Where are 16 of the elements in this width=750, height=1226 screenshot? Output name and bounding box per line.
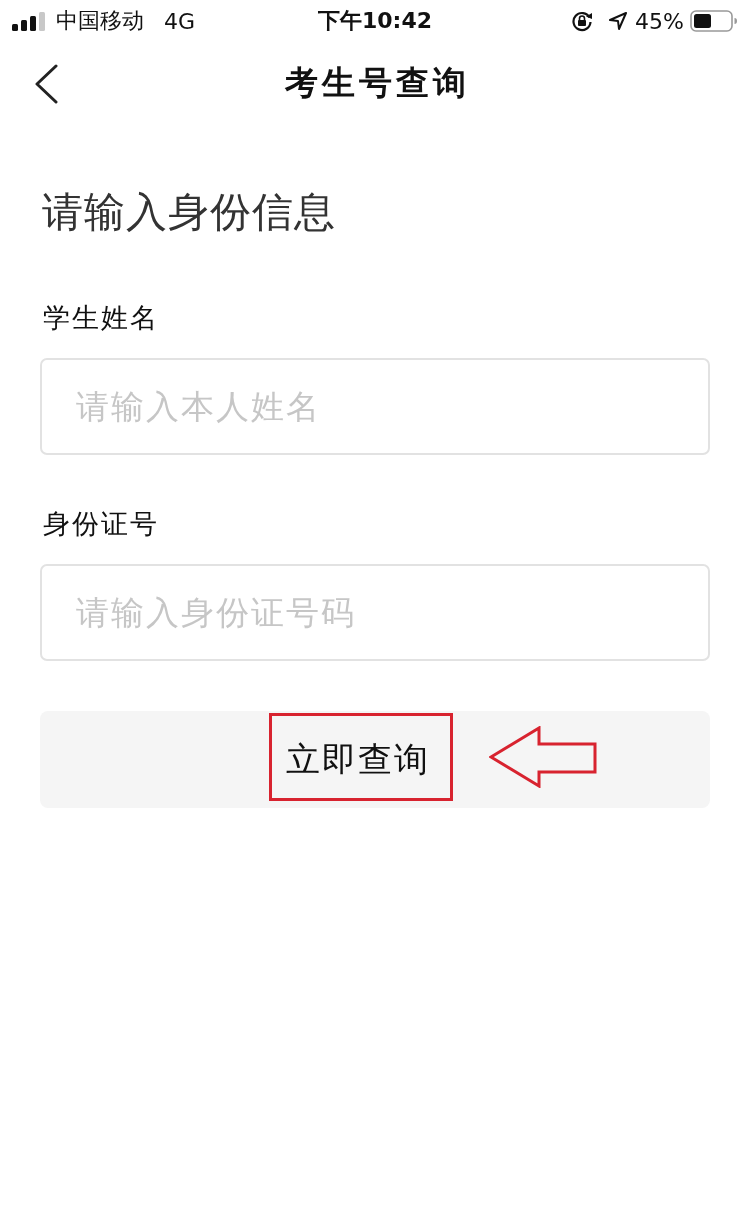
network-type: 4G — [164, 8, 196, 34]
carrier-name: 中国移动 — [56, 7, 144, 35]
text-input[interactable]: 请输入本人姓名 — [40, 358, 710, 455]
back-icon[interactable] — [34, 64, 58, 104]
battery-percent: 45% — [635, 8, 684, 34]
battery-icon — [690, 10, 738, 32]
page-title: 考生号查询 — [283, 61, 470, 104]
text-input[interactable]: 请输入身份证号码 — [40, 564, 710, 661]
field-label: 身份证号 — [42, 507, 160, 541]
rotation-lock-icon — [571, 10, 594, 32]
status-time: 下午10:42 — [318, 7, 432, 35]
location-arrow-icon — [609, 12, 628, 30]
form-heading: 请输入身份信息 — [41, 187, 337, 237]
query-button[interactable]: 立即查询 — [40, 711, 710, 808]
field-label: 学生姓名 — [42, 301, 160, 335]
signal-icon — [12, 11, 46, 31]
